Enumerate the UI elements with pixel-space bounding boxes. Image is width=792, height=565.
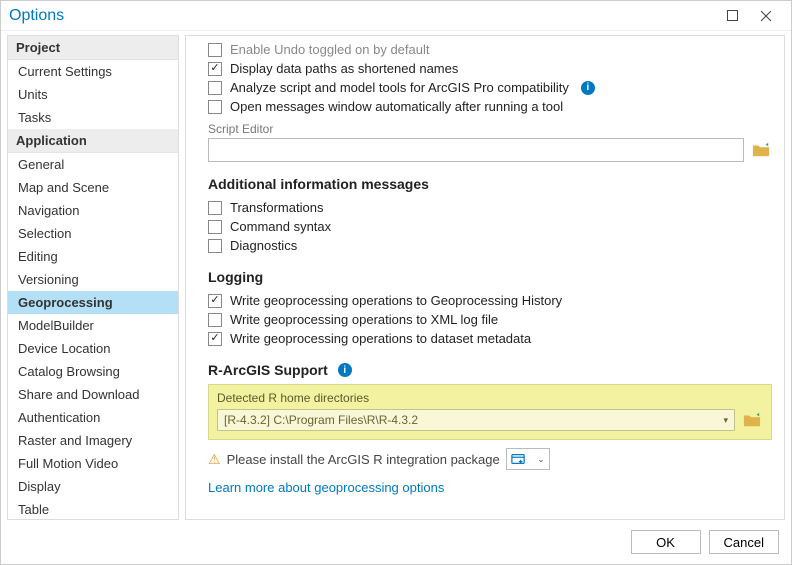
browse-r-home-button[interactable]: [741, 409, 763, 431]
checkbox-label: Diagnostics: [230, 238, 297, 253]
footer: OK Cancel: [1, 520, 791, 564]
window-title: Options: [9, 7, 715, 25]
checkbox[interactable]: [208, 313, 222, 327]
checkbox-row[interactable]: Analyze script and model tools for ArcGI…: [208, 78, 772, 97]
sidebar-item-geoprocessing[interactable]: Geoprocessing: [8, 291, 178, 314]
r-home-box: Detected R home directories [R-4.3.2] C:…: [208, 384, 772, 440]
checkbox[interactable]: [208, 332, 222, 346]
checkbox[interactable]: [208, 62, 222, 76]
info-icon[interactable]: i: [338, 363, 352, 377]
r-warning-row: ⚠ Please install the ArcGIS R integratio…: [208, 448, 772, 470]
checkbox[interactable]: [208, 100, 222, 114]
content-wrap: Enable Undo toggled on by default Display…: [185, 35, 785, 520]
r-warning-text: Please install the ArcGIS R integration …: [227, 452, 500, 467]
sidebar-item-map-and-scene[interactable]: Map and Scene: [8, 176, 178, 199]
sidebar-group: Application: [8, 129, 178, 153]
section-additional-heading: Additional information messages: [208, 176, 772, 192]
learn-more-link[interactable]: Learn more about geoprocessing options: [208, 480, 444, 495]
content[interactable]: Enable Undo toggled on by default Display…: [186, 36, 784, 519]
sidebar-item-tasks[interactable]: Tasks: [8, 106, 178, 129]
sidebar-item-versioning[interactable]: Versioning: [8, 268, 178, 291]
sidebar-item-current-settings[interactable]: Current Settings: [8, 60, 178, 83]
script-editor-input[interactable]: [208, 138, 744, 162]
sidebar-group: Project: [8, 36, 178, 60]
sidebar-item-selection[interactable]: Selection: [8, 222, 178, 245]
ok-button[interactable]: OK: [631, 530, 701, 554]
r-package-action-combo[interactable]: ⌄: [506, 448, 550, 470]
chevron-down-icon: ▾: [723, 415, 728, 426]
sidebar-item-general[interactable]: General: [8, 153, 178, 176]
info-icon[interactable]: i: [581, 81, 595, 95]
r-home-select[interactable]: [R-4.3.2] C:\Program Files\R\R-4.3.2 ▾: [217, 409, 735, 431]
r-detected-label: Detected R home directories: [217, 391, 763, 405]
close-button[interactable]: [749, 2, 783, 30]
checkbox-row[interactable]: Diagnostics: [208, 236, 772, 255]
options-window: Options ProjectCurrent SettingsUnitsTask…: [0, 0, 792, 565]
sidebar-item-catalog-browsing[interactable]: Catalog Browsing: [8, 360, 178, 383]
script-editor-label: Script Editor: [208, 122, 772, 136]
sidebar-item-modelbuilder[interactable]: ModelBuilder: [8, 314, 178, 337]
checkbox-row[interactable]: Open messages window automatically after…: [208, 97, 772, 116]
section-r-heading: R-ArcGIS Support i: [208, 362, 772, 378]
sidebar-item-editing[interactable]: Editing: [8, 245, 178, 268]
sidebar-item-display[interactable]: Display: [8, 475, 178, 498]
checkbox-label: Enable Undo toggled on by default: [230, 42, 430, 57]
maximize-button[interactable]: [715, 2, 749, 30]
checkbox[interactable]: [208, 239, 222, 253]
checkbox-label: Write geoprocessing operations to datase…: [230, 331, 531, 346]
checkbox[interactable]: [208, 201, 222, 215]
cancel-button[interactable]: Cancel: [709, 530, 779, 554]
body: ProjectCurrent SettingsUnitsTasksApplica…: [1, 31, 791, 520]
sidebar-item-table[interactable]: Table: [8, 498, 178, 519]
checkbox-row[interactable]: Transformations: [208, 198, 772, 217]
sidebar-item-units[interactable]: Units: [8, 83, 178, 106]
checkbox[interactable]: [208, 220, 222, 234]
checkbox-label: Transformations: [230, 200, 323, 215]
checkbox-row[interactable]: Display data paths as shortened names: [208, 59, 772, 78]
sidebar-item-device-location[interactable]: Device Location: [8, 337, 178, 360]
checkbox-row[interactable]: Write geoprocessing operations to XML lo…: [208, 310, 772, 329]
sidebar: ProjectCurrent SettingsUnitsTasksApplica…: [7, 35, 179, 520]
sidebar-item-share-and-download[interactable]: Share and Download: [8, 383, 178, 406]
chevron-down-icon: ⌄: [537, 454, 545, 465]
browse-script-editor-button[interactable]: [750, 139, 772, 161]
checkbox-row[interactable]: Enable Undo toggled on by default: [208, 40, 772, 59]
checkbox-label: Write geoprocessing operations to Geopro…: [230, 293, 562, 308]
checkbox-label: Display data paths as shortened names: [230, 61, 458, 76]
checkbox[interactable]: [208, 81, 222, 95]
checkbox[interactable]: [208, 43, 222, 57]
checkbox-row[interactable]: Write geoprocessing operations to Geopro…: [208, 291, 772, 310]
sidebar-item-raster-and-imagery[interactable]: Raster and Imagery: [8, 429, 178, 452]
checkbox-label: Command syntax: [230, 219, 331, 234]
sidebar-item-full-motion-video[interactable]: Full Motion Video: [8, 452, 178, 475]
checkbox-label: Open messages window automatically after…: [230, 99, 563, 114]
sidebar-item-authentication[interactable]: Authentication: [8, 406, 178, 429]
section-logging-heading: Logging: [208, 269, 772, 285]
checkbox-label: Write geoprocessing operations to XML lo…: [230, 312, 498, 327]
checkbox[interactable]: [208, 294, 222, 308]
checkbox-label: Analyze script and model tools for ArcGI…: [230, 80, 569, 95]
titlebar: Options: [1, 1, 791, 31]
checkbox-row[interactable]: Write geoprocessing operations to datase…: [208, 329, 772, 348]
checkbox-row[interactable]: Command syntax: [208, 217, 772, 236]
sidebar-item-navigation[interactable]: Navigation: [8, 199, 178, 222]
warning-icon: ⚠: [208, 451, 221, 468]
